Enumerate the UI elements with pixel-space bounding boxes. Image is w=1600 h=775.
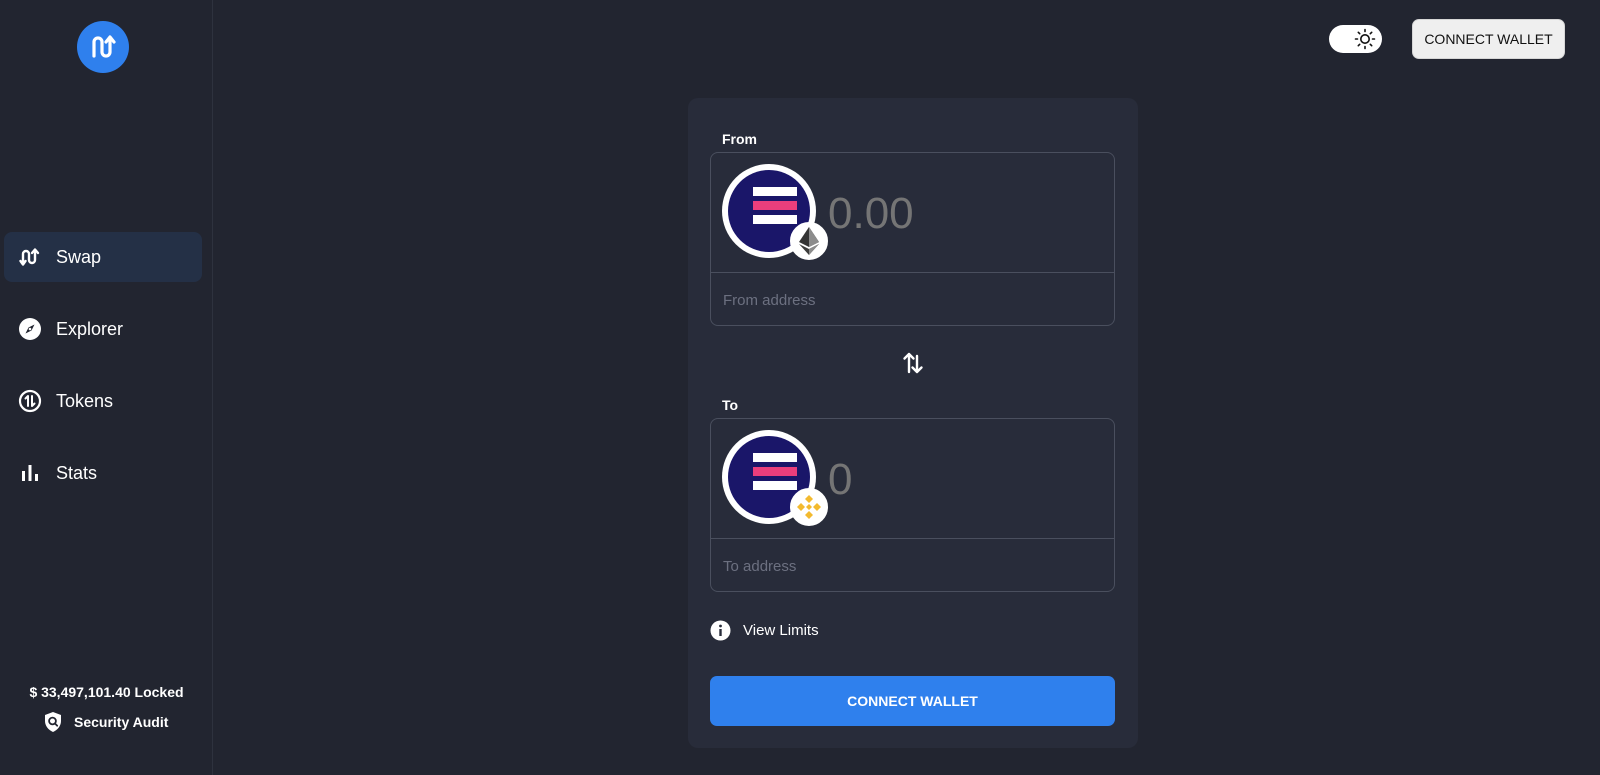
security-audit-label: Security Audit xyxy=(74,714,169,730)
sidebar-item-tokens[interactable]: Tokens xyxy=(4,376,202,426)
sidebar-item-swap[interactable]: Swap xyxy=(4,232,202,282)
to-box xyxy=(710,418,1115,592)
view-limits-label: View Limits xyxy=(743,622,819,639)
to-token-selector[interactable] xyxy=(722,430,828,526)
sidebar-item-label: Swap xyxy=(56,246,102,267)
compass-icon xyxy=(18,317,42,341)
connect-wallet-button[interactable]: CONNECT WALLET xyxy=(710,676,1115,726)
from-label: From xyxy=(722,131,757,147)
swap-arrows-icon xyxy=(18,245,42,269)
to-amount-input[interactable] xyxy=(828,455,1098,505)
sidebar: Swap Explorer Tokens Stats $ 33,497,101.… xyxy=(0,0,213,775)
bridge-swap-logo-icon[interactable] xyxy=(77,21,129,73)
sidebar-item-label: Explorer xyxy=(56,318,124,339)
shield-search-icon xyxy=(42,711,64,733)
security-audit-link[interactable]: Security Audit xyxy=(42,711,168,733)
sidebar-item-explorer[interactable]: Explorer xyxy=(4,304,202,354)
to-token-row xyxy=(711,419,1114,539)
sidebar-item-stats[interactable]: Stats xyxy=(4,448,202,498)
from-token-row xyxy=(711,153,1114,273)
tvl-locked-text: $ 33,497,101.40 Locked xyxy=(29,684,184,700)
to-address-input[interactable] xyxy=(723,553,1103,579)
from-token-selector[interactable] xyxy=(722,164,828,260)
swap-card: From 0.00 From address To 0 To address V… xyxy=(688,98,1138,748)
header-connect-wallet-button[interactable]: CONNECT WALLET xyxy=(1412,19,1565,59)
sidebar-item-label: Tokens xyxy=(56,390,114,411)
sun-icon xyxy=(1354,28,1376,50)
binance-icon xyxy=(790,488,828,526)
theme-toggle[interactable] xyxy=(1329,25,1382,53)
from-amount-input[interactable] xyxy=(828,189,1098,239)
view-limits-link[interactable]: View Limits xyxy=(710,620,819,641)
sidebar-nav: Swap Explorer Tokens Stats xyxy=(0,232,213,520)
from-box xyxy=(710,152,1115,326)
info-icon xyxy=(710,620,731,641)
to-label: To xyxy=(722,397,739,413)
ethereum-icon xyxy=(790,222,828,260)
sidebar-item-label: Stats xyxy=(56,462,98,483)
swap-direction-icon[interactable] xyxy=(900,350,926,376)
bar-chart-icon xyxy=(18,461,42,485)
from-address-input[interactable] xyxy=(723,287,1103,313)
tokens-exchange-icon xyxy=(18,389,42,413)
